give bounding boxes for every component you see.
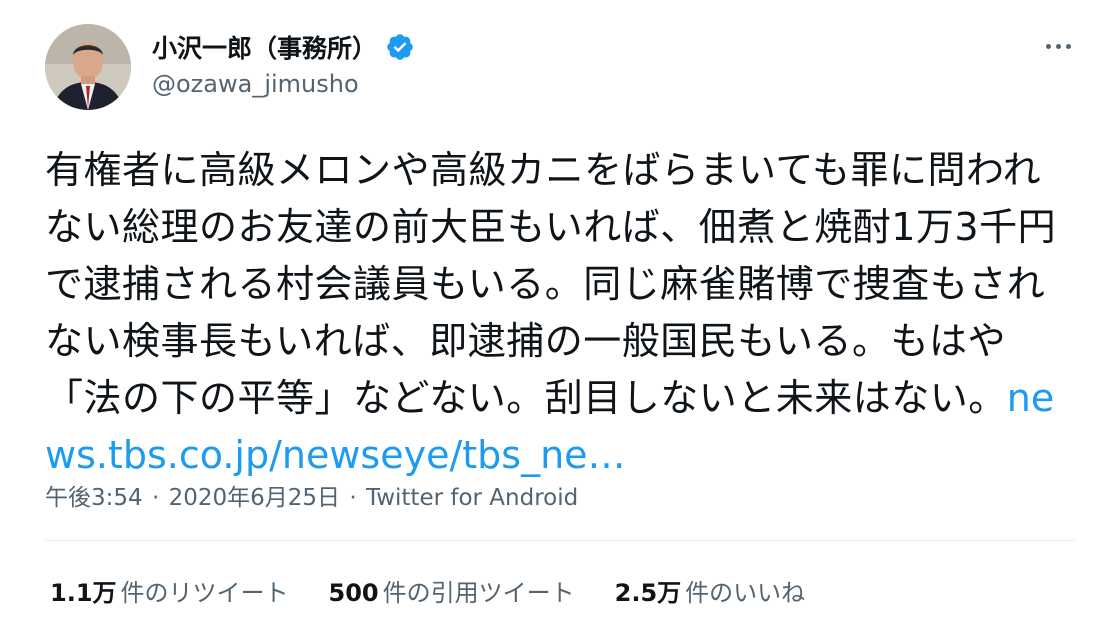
- meta-separator: ·: [349, 485, 357, 511]
- meta-separator: ·: [151, 485, 160, 511]
- divider: [45, 540, 1075, 541]
- verified-badge-icon: [385, 32, 415, 62]
- more-dot: [1045, 43, 1051, 49]
- avatar-image: [45, 24, 131, 110]
- retweet-count-number: 1.1万: [50, 579, 117, 607]
- quote-tweet-count[interactable]: 500 件の引用ツイート: [329, 573, 575, 608]
- like-count[interactable]: 2.5万 件のいいね: [615, 573, 806, 608]
- like-count-label: 件のいいね: [685, 579, 806, 607]
- quote-count-number: 500: [328, 579, 379, 607]
- tweet-meta: 午後3:54 · 2020年6月25日 · Twitter for Androi…: [45, 478, 578, 512]
- more-options-icon[interactable]: [1036, 34, 1080, 58]
- tweet-date[interactable]: 2020年6月25日: [169, 485, 340, 511]
- retweet-count[interactable]: 1.1万 件のリツイート: [50, 573, 289, 608]
- avatar[interactable]: [45, 24, 131, 110]
- tweet-time[interactable]: 午後3:54: [45, 485, 143, 511]
- user-handle[interactable]: @ozawa_jimusho: [152, 70, 359, 98]
- tweet-source[interactable]: Twitter for Android: [366, 485, 578, 511]
- name-row: 小沢一郎（事務所）: [152, 30, 415, 64]
- like-count-number: 2.5万: [614, 579, 682, 607]
- more-dot: [1065, 43, 1071, 49]
- retweet-count-label: 件のリツイート: [120, 579, 289, 607]
- tweet-body: 有権者に高級メロンや高級カニをばらまいても罪に問われない総理のお友達の前大臣もい…: [45, 148, 1057, 420]
- tweet: 小沢一郎（事務所） @ozawa_jimusho 有権者に高級メロンや高級カニを…: [0, 0, 1110, 630]
- quote-count-label: 件の引用ツイート: [382, 579, 575, 607]
- more-dot: [1055, 43, 1061, 49]
- tweet-text: 有権者に高級メロンや高級カニをばらまいても罪に問われない総理のお友達の前大臣もい…: [45, 142, 1075, 484]
- engagement-stats: 1.1万 件のリツイート 500 件の引用ツイート 2.5万 件のいいね: [50, 573, 845, 608]
- display-name[interactable]: 小沢一郎（事務所）: [152, 29, 377, 65]
